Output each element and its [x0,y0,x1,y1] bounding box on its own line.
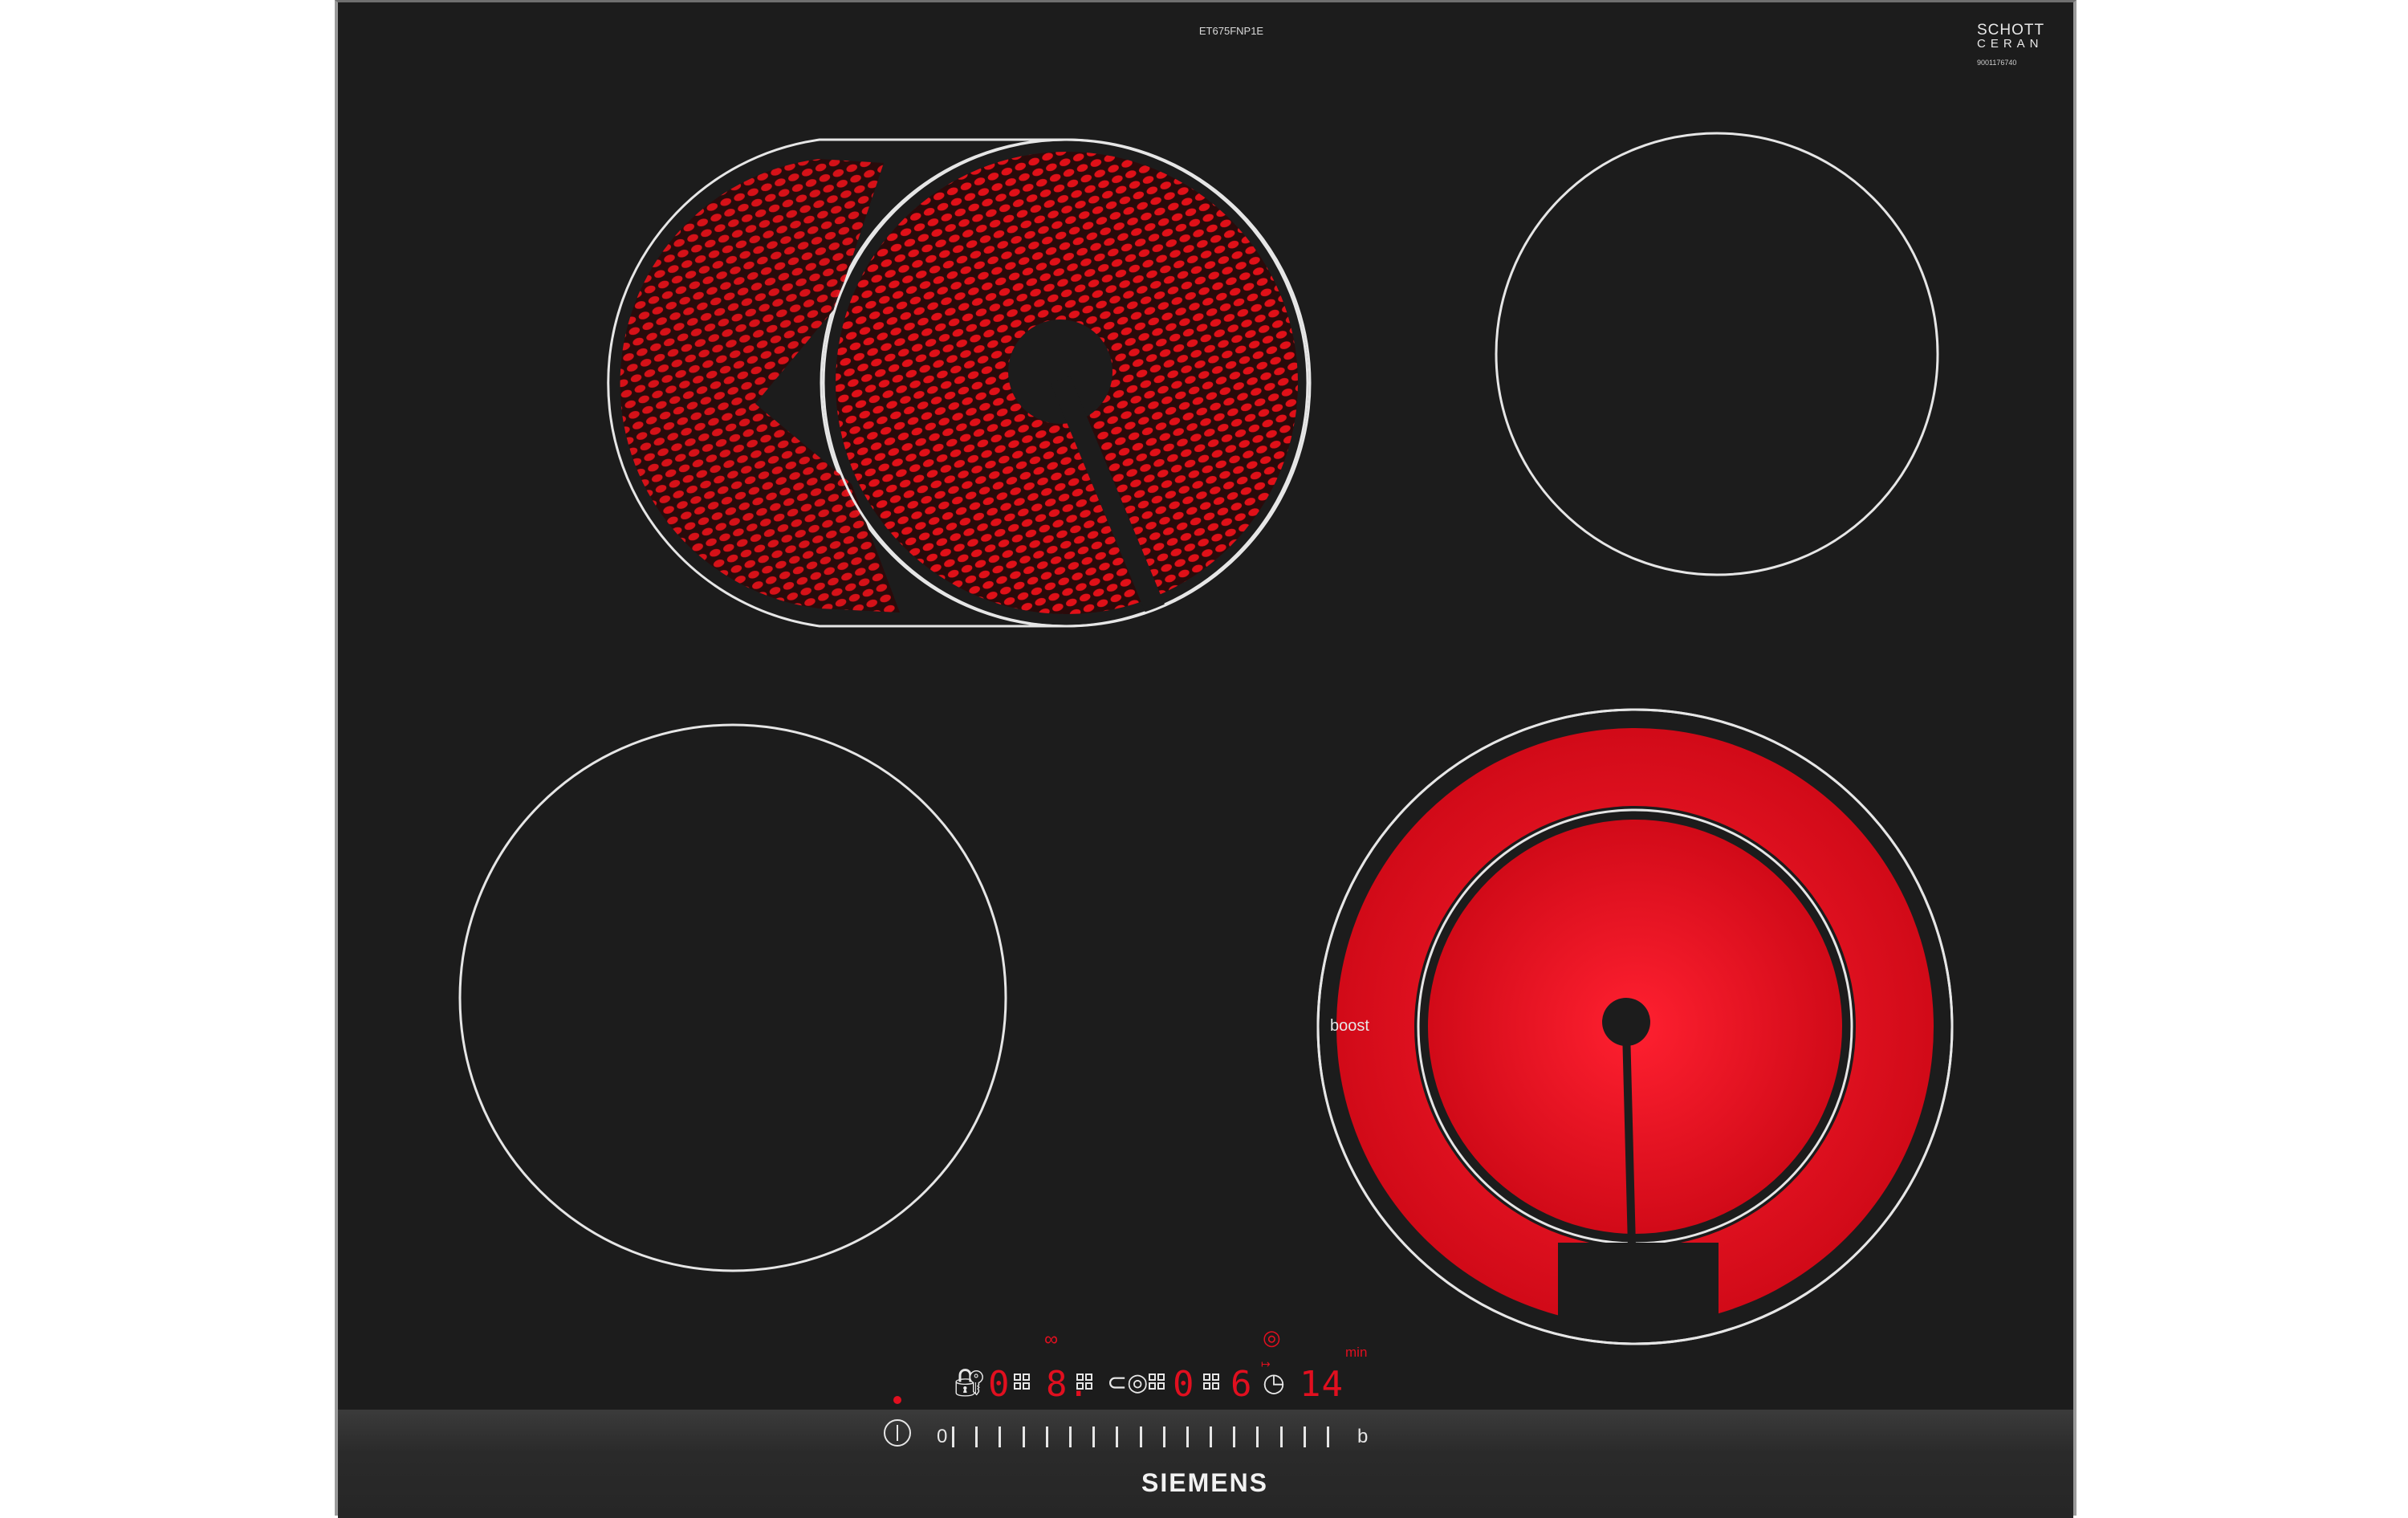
zone2-select-button[interactable] [1076,1374,1094,1391]
slider-tick[interactable] [1116,1426,1119,1447]
slider-tick[interactable] [1139,1426,1142,1447]
zone3-select-button[interactable] [1149,1374,1166,1391]
schott-ceran-logo: SCHOTT CERAN 9001176740 [1977,22,2045,67]
power-icon[interactable] [884,1419,911,1447]
cooktop: ET675FNP1E SCHOTT CERAN 9001176740 boost… [335,0,2076,1518]
zone-rear-right[interactable] [1495,132,1939,576]
zone-extension-icon[interactable]: ⊂◎ [1107,1369,1148,1397]
timer-value: 14 [1300,1364,1344,1405]
child-lock-icon[interactable]: 🔐︎ [952,1367,986,1399]
zone3-level: 0 [1173,1364,1195,1405]
clock-icon[interactable]: ◷ [1263,1367,1285,1398]
dual-zone-link-icon: ∞ [1044,1329,1059,1350]
slider-boost-label: b [1357,1426,1369,1447]
zone-rear-left[interactable] [458,723,1007,1272]
slider-tick[interactable] [1233,1426,1236,1447]
zone-front-left[interactable] [607,138,1312,628]
slider-tick[interactable] [1303,1426,1306,1447]
slider-tick[interactable] [975,1426,978,1447]
zone1-select-button[interactable] [1014,1374,1031,1391]
slider-tick[interactable] [1162,1426,1165,1447]
zone4-level: 6 [1230,1364,1253,1405]
slider-tick[interactable] [952,1426,954,1447]
zone1-level: 0 [988,1364,1011,1405]
timer-unit: min [1345,1345,1368,1360]
slider-tick[interactable] [1210,1426,1213,1447]
slider-tick[interactable] [1068,1426,1072,1447]
slider-tick[interactable] [1256,1426,1259,1447]
slider-tick[interactable] [1279,1426,1283,1447]
power-level-slider[interactable] [948,1415,1269,1457]
power-indicator-light [893,1396,901,1404]
boost-label: boost [1330,1017,1369,1035]
slider-tick[interactable] [1092,1426,1096,1447]
brand-logo: SIEMENS [1141,1468,1269,1497]
slider-tick[interactable] [1327,1426,1329,1447]
slider-tick[interactable] [1186,1426,1189,1447]
slider-tick[interactable] [1045,1426,1048,1447]
slider-min-label: 0 [937,1426,948,1447]
model-number: ET675FNP1E [1198,25,1264,37]
cooking-zones [458,132,1954,1345]
slider-tick[interactable] [999,1426,1002,1447]
zone-front-right[interactable] [1316,708,1954,1345]
target-icon: ◎ [1263,1325,1281,1349]
serial-number: 9001176740 [1977,59,2017,67]
zone4-select-button[interactable] [1203,1374,1221,1391]
slider-tick[interactable] [1022,1426,1025,1447]
